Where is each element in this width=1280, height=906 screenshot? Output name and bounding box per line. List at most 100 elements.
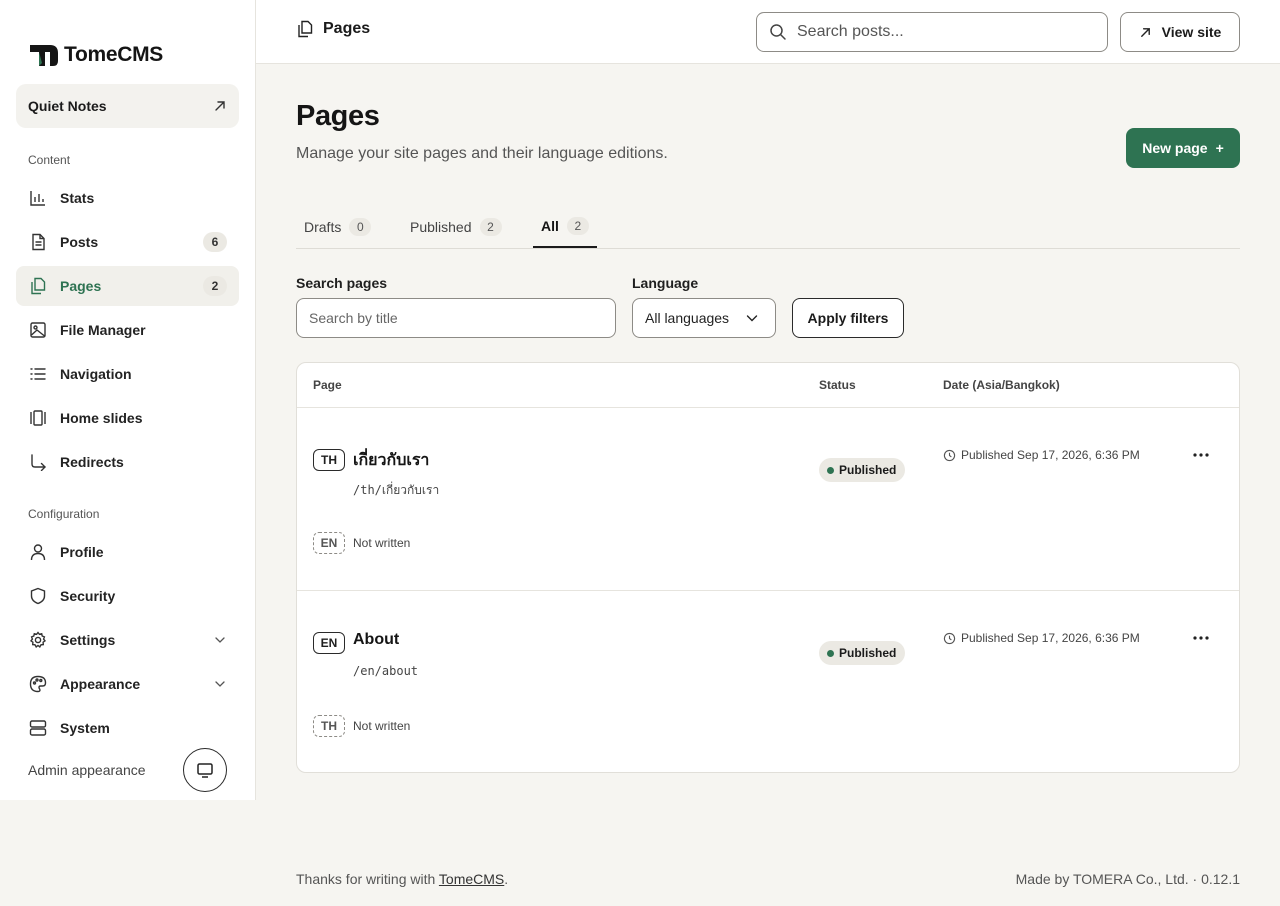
- slides-icon: [28, 408, 48, 428]
- sidebar-item-redirects[interactable]: Redirects: [16, 442, 239, 482]
- language-tag: EN: [313, 632, 345, 654]
- date-cell: Published Sep 17, 2026, 6:36 PM: [943, 448, 1140, 462]
- pages-table: Page Status Date (Asia/Bangkok) TH เกี่ย…: [296, 362, 1240, 773]
- sidebar-item-security[interactable]: Security: [16, 576, 239, 616]
- section-label-content: Content: [28, 153, 71, 167]
- sidebar-item-label: Security: [60, 588, 116, 604]
- sidebar-item-stats[interactable]: Stats: [16, 178, 239, 218]
- language-select-value: All languages: [645, 310, 730, 326]
- pages-count-badge: 2: [203, 276, 227, 296]
- logo[interactable]: TomeCMS: [28, 42, 163, 68]
- sidebar-item-label: Pages: [60, 278, 102, 294]
- chevron-down-icon: [746, 315, 758, 322]
- sidebar-item-settings[interactable]: Settings: [16, 620, 239, 660]
- view-site-button[interactable]: View site: [1120, 12, 1240, 52]
- tab-label: Published: [410, 219, 472, 235]
- status-badge-label: Published: [839, 646, 897, 660]
- sidebar-item-system[interactable]: System: [16, 708, 239, 748]
- row-actions-button[interactable]: [1187, 628, 1215, 648]
- sidebar-item-home-slides[interactable]: Home slides: [16, 398, 239, 438]
- clock-icon: [943, 632, 956, 644]
- sidebar-item-posts[interactable]: Posts 6: [16, 222, 239, 262]
- page-row-title[interactable]: เกี่ยวกับเรา: [353, 448, 429, 473]
- row-actions-button[interactable]: [1187, 445, 1215, 465]
- image-icon: [28, 320, 48, 340]
- search-posts-input[interactable]: [797, 23, 1087, 41]
- search-pages-field[interactable]: [296, 298, 616, 338]
- status-tabs: Drafts 0 Published 2 All 2: [296, 206, 1240, 249]
- sidebar-item-profile[interactable]: Profile: [16, 532, 239, 572]
- sidebar-item-label: Appearance: [60, 676, 141, 692]
- tab-drafts[interactable]: Drafts 0: [296, 206, 379, 248]
- top-bar: Pages View site: [256, 0, 1280, 64]
- palette-icon: [28, 674, 48, 694]
- server-icon: [28, 718, 48, 738]
- translation-status: Not written: [353, 719, 411, 733]
- footer-credit-suffix: .: [504, 871, 509, 887]
- page-title: Pages: [296, 100, 380, 132]
- sidebar-item-label: Redirects: [60, 454, 124, 470]
- sidebar-item-appearance[interactable]: Appearance: [16, 664, 239, 704]
- language-select[interactable]: All languages: [632, 298, 776, 338]
- status-badge: Published: [819, 458, 906, 482]
- footer-credit-prefix: Thanks for writing with: [296, 871, 439, 887]
- tab-count: 2: [479, 218, 502, 236]
- search-pages-label: Search pages: [296, 275, 388, 291]
- tab-label: All: [541, 218, 559, 234]
- tab-count: 2: [566, 217, 589, 235]
- pages-icon: [298, 20, 313, 38]
- more-horizontal-icon: [1193, 636, 1209, 640]
- translation-status: Not written: [353, 536, 411, 550]
- list-icon: [28, 364, 48, 384]
- redirect-arrow-icon: [28, 452, 48, 472]
- gear-icon: [28, 630, 48, 650]
- date-text: Published Sep 17, 2026, 6:36 PM: [961, 631, 1140, 645]
- admin-appearance-toggle[interactable]: [183, 748, 227, 792]
- sidebar-item-navigation[interactable]: Navigation: [16, 354, 239, 394]
- admin-appearance-label: Admin appearance: [28, 762, 146, 778]
- site-name: Quiet Notes: [28, 98, 107, 114]
- table-header: Page Status Date (Asia/Bangkok): [297, 363, 1239, 408]
- language-label: Language: [632, 275, 699, 291]
- user-icon: [28, 542, 48, 562]
- footer-version: Made by TOMERA Co., Ltd. · 0.12.1: [1015, 871, 1240, 887]
- page-row-title[interactable]: About: [353, 631, 399, 649]
- column-header-status: Status: [819, 378, 856, 392]
- logo-text: TomeCMS: [64, 43, 164, 66]
- tomecms-link[interactable]: TomeCMS: [439, 871, 504, 887]
- shield-icon: [28, 586, 48, 606]
- search-pages-input[interactable]: [309, 310, 603, 326]
- sidebar-item-label: System: [60, 720, 110, 736]
- apply-filters-button[interactable]: Apply filters: [792, 298, 904, 338]
- tomecms-logo-icon: [30, 45, 58, 66]
- language-tag: TH: [313, 449, 345, 471]
- footer-credit: Thanks for writing with TomeCMS.: [296, 871, 508, 887]
- tab-count: 0: [349, 218, 372, 236]
- new-page-label: New page: [1142, 140, 1208, 156]
- sidebar-item-label: Settings: [60, 632, 116, 648]
- breadcrumb: Pages: [296, 20, 370, 38]
- site-switcher[interactable]: Quiet Notes: [16, 84, 239, 128]
- external-arrow-icon: [1140, 27, 1150, 37]
- monitor-icon: [197, 763, 213, 778]
- sidebar-item-file-manager[interactable]: File Manager: [16, 310, 239, 350]
- sidebar-item-label: Profile: [60, 544, 104, 560]
- more-horizontal-icon: [1193, 453, 1209, 457]
- sidebar-item-pages[interactable]: Pages 2: [16, 266, 239, 306]
- tab-label: Drafts: [304, 219, 342, 235]
- chevron-down-icon: [215, 637, 225, 643]
- page-row-slug: /th/เกี่ยวกับเรา: [353, 483, 440, 497]
- view-site-label: View site: [1161, 24, 1222, 40]
- new-page-button[interactable]: New page +: [1126, 128, 1240, 168]
- language-tag-missing[interactable]: EN: [313, 532, 345, 554]
- global-search[interactable]: [756, 12, 1108, 52]
- tab-published[interactable]: Published 2: [402, 206, 510, 248]
- sidebar-item-label: Navigation: [60, 366, 132, 382]
- tab-all[interactable]: All 2: [533, 206, 597, 248]
- language-tag-missing[interactable]: TH: [313, 715, 345, 737]
- bar-chart-icon: [28, 188, 48, 208]
- document-icon: [28, 232, 48, 252]
- sidebar-item-label: Posts: [60, 234, 99, 250]
- plus-icon: +: [1215, 140, 1224, 156]
- section-label-configuration: Configuration: [28, 507, 100, 521]
